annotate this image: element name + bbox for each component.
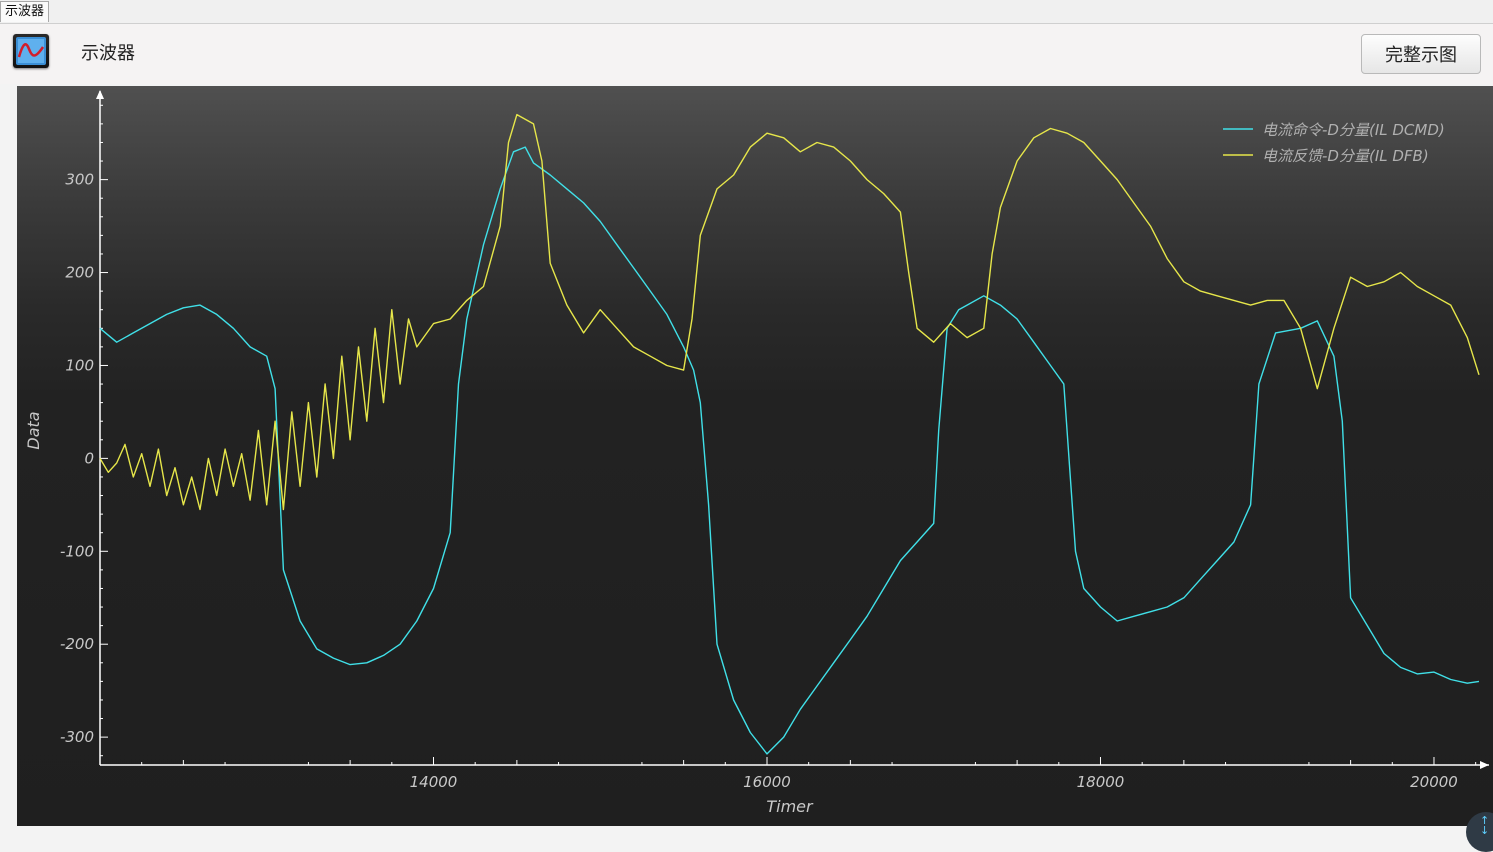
tab-bar: 示波器 [0,0,1493,24]
y-axis-label: Data [24,411,43,449]
y-tick-label: 200 [65,264,94,282]
header: 示波器 完整示图 [0,24,1493,84]
y-axis-arrow [96,90,104,99]
y-tick-label: -100 [60,542,94,560]
y-tick-label: 300 [65,171,94,189]
line-chart: 14000 16000 18000 20000 -300 -200 -100 0 100 200 3… [24,90,1489,816]
y-tick-label: -300 [60,728,94,746]
y-tick-label: 100 [65,356,94,374]
x-tick-label: 16000 [743,773,791,791]
full-view-button[interactable]: 完整示图 [1361,34,1481,74]
x-axis-label: Timer [766,797,814,816]
legend-label: 电流反馈-D分量(IL DFB) [1262,147,1429,165]
series-line-dfb [99,113,1480,511]
x-tick-label: 14000 [410,773,458,791]
tab-oscilloscope[interactable]: 示波器 [0,1,50,22]
y-tick-label: -200 [60,635,94,653]
legend-label: 电流命令-D分量(IL DCMD) [1262,121,1445,139]
x-tick-label: 20000 [1410,773,1458,791]
x-axis-arrow [1480,761,1489,769]
oscilloscope-icon [13,34,49,68]
plot-area[interactable]: 14000 16000 18000 20000 -300 -200 -100 0 100 200 3… [17,86,1493,826]
x-tick-label: 18000 [1077,773,1125,791]
scroll-nav-button[interactable]: ↑ ↓ [1466,812,1493,852]
arrow-up-icon: ↑ ↓ [1480,814,1490,837]
y-tick-label: 0 [84,449,94,467]
series-line-dcmd [99,146,1480,755]
page-title: 示波器 [81,43,135,64]
